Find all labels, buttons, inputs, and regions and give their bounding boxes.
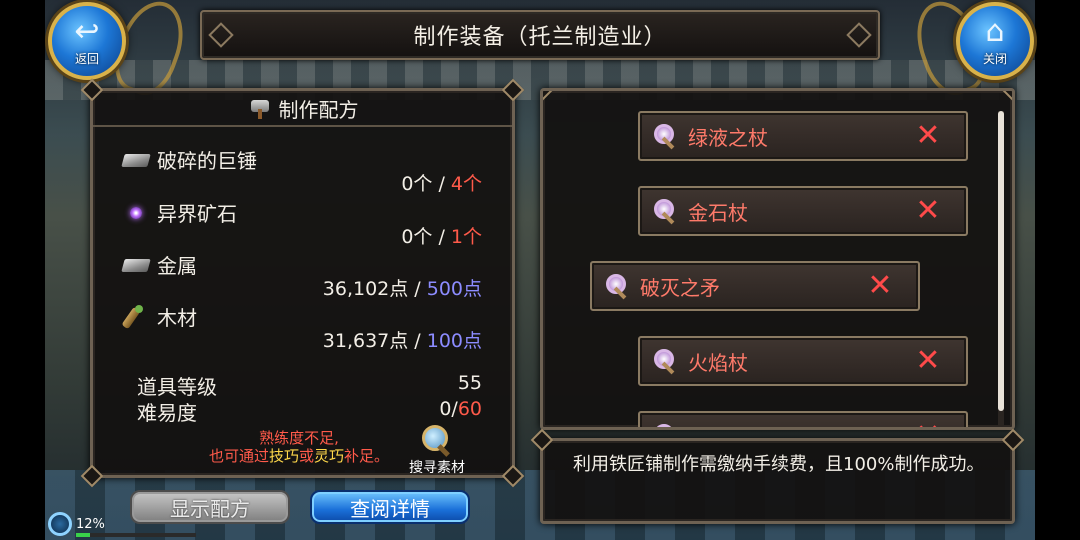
staff-icon: [652, 347, 680, 375]
material-quantity: 31,637点 / 100点: [322, 330, 482, 352]
material-quantity: 36,102点 / 500点: [322, 278, 482, 300]
staff-icon: [652, 422, 680, 427]
item-name: 火焰杖: [688, 350, 748, 375]
back-button[interactable]: ↩ 返回: [48, 2, 126, 80]
staff-icon: [604, 272, 632, 300]
material-quantity: 0个 / 1个: [401, 226, 482, 248]
list-item[interactable]: 绿液之杖 ✕: [638, 111, 968, 161]
search-materials-button[interactable]: 搜寻素材: [401, 423, 473, 477]
difficulty-label: 难易度: [137, 401, 197, 425]
orb-icon: [121, 203, 151, 223]
item-level-label: 道具等级: [137, 375, 217, 399]
list-item[interactable]: 金石杖 ✕: [638, 186, 968, 236]
material-quantity: 0个 / 4个: [401, 173, 482, 195]
remove-icon[interactable]: ✕: [908, 121, 948, 151]
material-row: 木材: [121, 302, 197, 331]
list-item[interactable]: 暴风杖 ✕: [638, 411, 968, 428]
crafting-hammer-icon: [247, 97, 273, 119]
material-need: 1个: [450, 226, 482, 248]
material-name: 异界矿石: [157, 202, 237, 226]
description-panel: 利用铁匠铺制作需缴纳手续费，且100%制作成功。: [530, 428, 1025, 524]
difficulty-value: 0/60: [439, 398, 482, 420]
title-ornament-right: [846, 22, 872, 48]
search-materials-label: 搜寻素材: [409, 460, 465, 476]
item-name: 绿液之杖: [688, 125, 768, 150]
material-have: 0个: [401, 173, 433, 195]
staff-icon: [652, 197, 680, 225]
show-recipe-button[interactable]: 显示配方: [130, 490, 290, 524]
list-scrollbar[interactable]: [998, 111, 1004, 411]
material-name: 金属: [157, 254, 197, 278]
ingot-icon: [121, 150, 151, 170]
close-label: 关闭: [982, 51, 1007, 66]
material-row: 破碎的巨锤: [121, 145, 257, 174]
recipe-header: 制作配方: [93, 91, 512, 127]
material-have: 0个: [401, 226, 433, 248]
view-detail-button[interactable]: 查阅详情: [310, 490, 470, 524]
remove-icon[interactable]: ✕: [908, 421, 948, 428]
status-ring-icon: [48, 512, 72, 536]
list-item-selected[interactable]: 破灭之矛 ✕: [590, 261, 920, 311]
material-row: 金属: [121, 250, 197, 279]
material-have: 31,637点: [322, 330, 409, 352]
title-ornament-left: [208, 22, 234, 48]
recipe-title: 制作配方: [278, 97, 359, 122]
proficiency-warning: 熟练度不足, 也可通过技巧或灵巧补足。: [208, 429, 390, 465]
material-row: 异界矿石: [121, 198, 237, 227]
material-name: 木材: [157, 306, 197, 330]
material-have: 36,102点: [322, 278, 409, 300]
item-name: 破灭之矛: [640, 275, 720, 300]
list-item[interactable]: 火焰杖 ✕: [638, 336, 968, 386]
back-arrow-icon: ↩: [74, 13, 100, 49]
remove-icon[interactable]: ✕: [908, 346, 948, 376]
wood-icon: [121, 304, 151, 329]
back-label: 返回: [74, 51, 99, 66]
title-bar: 制作装备（托兰制造业）: [200, 10, 880, 60]
home-icon: ⌂: [985, 13, 1005, 49]
equipment-list-panel: 绿液之杖 ✕ 金石杖 ✕ 破灭之矛 ✕ 火焰杖 ✕ 暴风杖 ✕: [540, 88, 1015, 430]
staff-icon: [652, 122, 680, 150]
item-name: 金石杖: [688, 200, 748, 225]
remove-icon[interactable]: ✕: [860, 271, 900, 301]
material-need: 500点: [426, 278, 482, 300]
close-button[interactable]: ⌂ 关闭: [956, 2, 1034, 80]
progress-fill: [76, 533, 91, 537]
item-name: 暴风杖: [688, 422, 908, 428]
page-title: 制作装备（托兰制造业）: [413, 25, 667, 50]
progress-bar: [76, 533, 196, 537]
remove-icon[interactable]: ✕: [908, 196, 948, 226]
material-need: 4个: [450, 173, 482, 195]
ingot-icon: [121, 255, 151, 275]
material-name: 破碎的巨锤: [157, 149, 257, 173]
recipe-panel: 制作配方 破碎的巨锤 0个 / 4个 异界矿石 0个 / 1个 金属 36,10…: [80, 78, 525, 488]
description-text: 利用铁匠铺制作需缴纳手续费，且100%制作成功。: [573, 454, 985, 475]
magnifier-icon: [420, 423, 454, 457]
item-level-value: 55: [457, 372, 482, 394]
material-need: 100点: [426, 330, 482, 352]
status-percent: 12%: [76, 516, 105, 532]
